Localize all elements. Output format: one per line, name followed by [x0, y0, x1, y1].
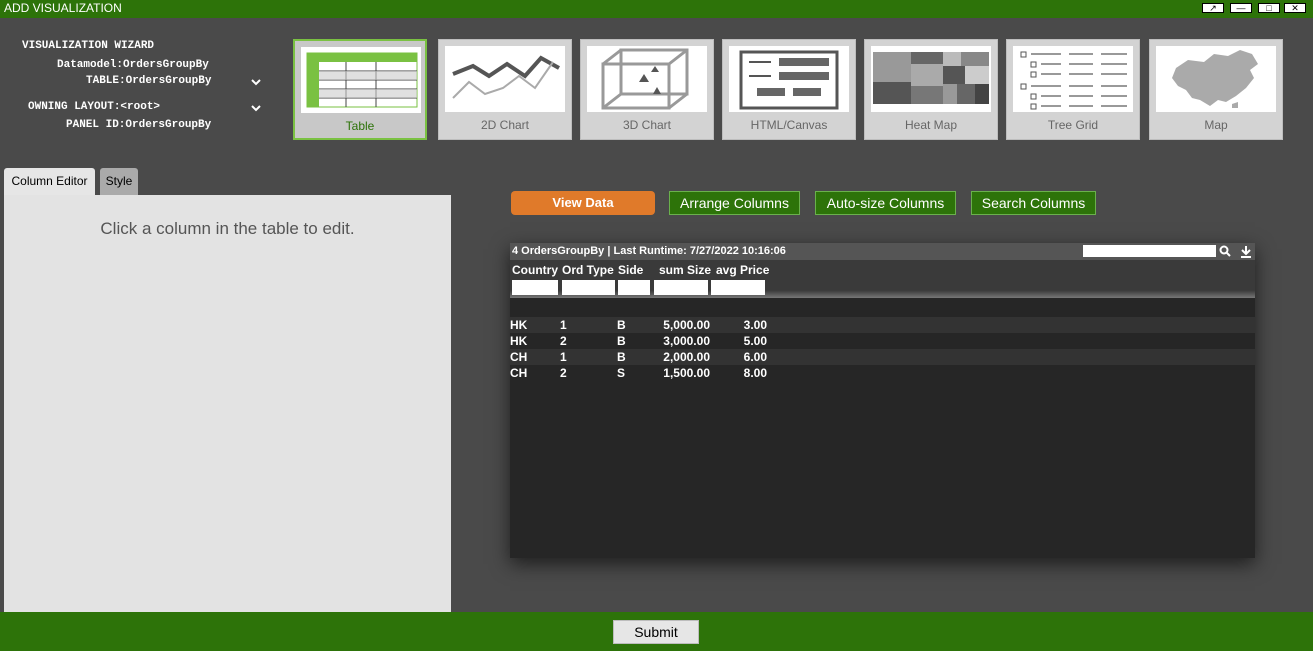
table-cell: CH [510, 366, 528, 380]
wizard-title: VISUALIZATION WIZARD [22, 40, 155, 52]
table-cell: 8.00 [743, 366, 767, 380]
submit-button[interactable]: Submit [613, 620, 699, 644]
arrange-columns-button[interactable]: Arrange Columns [669, 191, 800, 215]
panel-id-row: PANEL ID:OrdersGroupBy [66, 119, 211, 131]
tab-column-editor[interactable]: Column Editor [4, 168, 95, 195]
table-header-bar: 4 OrdersGroupBy | Last Runtime: 7/27/202… [510, 243, 1255, 260]
panel-id-label: PANEL ID: [66, 119, 126, 131]
column-editor-panel: Click a column in the table to edit. [4, 195, 451, 612]
viz-type-2d-chart[interactable]: 2D Chart [438, 39, 572, 140]
table-cell: HK [510, 334, 528, 348]
editor-message: Click a column in the table to edit. [100, 219, 355, 238]
column-filter-input[interactable] [711, 280, 765, 295]
column-header[interactable]: Ord Type [562, 263, 614, 277]
viz-type-heat-map[interactable]: Heat Map [864, 39, 998, 140]
table-cell: CH [510, 350, 528, 364]
datamodel-value: OrdersGroupBy [123, 59, 209, 71]
viz-type-tree-grid[interactable]: Tree Grid [1006, 39, 1140, 140]
table-label: TABLE: [86, 75, 126, 87]
line-chart-icon [445, 46, 565, 112]
column-filter-input[interactable] [618, 280, 650, 295]
table-value: OrdersGroupBy [125, 75, 212, 87]
table-select[interactable]: TABLE:OrdersGroupBy [86, 75, 211, 87]
view-data-button[interactable]: View Data [511, 191, 655, 215]
table-row[interactable]: HK 2 B 3,000.00 5.00 [510, 333, 1255, 349]
viz-type-label: HTML/Canvas [750, 118, 828, 132]
table-cell: 3.00 [743, 318, 767, 332]
table-column-headers: Country Ord Type Side sum Size avg Price [510, 260, 1255, 298]
column-filter-input[interactable] [654, 280, 708, 295]
tab-style[interactable]: Style [100, 168, 138, 195]
datamodel-row: Datamodel:OrdersGroupBy [57, 59, 209, 71]
owning-layout-value: <root> [120, 101, 161, 113]
table-cell: B [617, 334, 626, 348]
table-row[interactable]: CH 1 B 2,000.00 6.00 [510, 349, 1255, 365]
viz-type-label: Table [345, 119, 375, 133]
map-icon [1156, 46, 1276, 112]
column-header[interactable]: avg Price [716, 263, 769, 277]
column-filter-input[interactable] [562, 280, 615, 295]
datamodel-label: Datamodel: [57, 59, 124, 71]
search-columns-button[interactable]: Search Columns [971, 191, 1096, 215]
table-cell: 5,000.00 [663, 318, 710, 332]
table-cell: 6.00 [743, 350, 767, 364]
title-bar: ADD VISUALIZATION ↗ — □ ✕ [0, 0, 1313, 18]
popout-button[interactable]: ↗ [1202, 3, 1224, 13]
column-header[interactable]: Country [512, 263, 558, 277]
table-title: 4 OrdersGroupBy | Last Runtime: 7/27/202… [512, 245, 786, 257]
search-icon[interactable] [1219, 245, 1231, 257]
html-canvas-icon [729, 46, 849, 112]
column-header[interactable]: Side [618, 263, 643, 277]
table-cell: 3,000.00 [663, 334, 710, 348]
panel-id-value: OrdersGroupBy [125, 119, 212, 131]
table-cell: 1,500.00 [663, 366, 710, 380]
column-header[interactable]: sum Size [659, 263, 711, 277]
table-cell: S [617, 366, 626, 380]
table-cell: 5.00 [743, 334, 767, 348]
table-cell: 1 [560, 318, 567, 332]
owning-layout-label: OWNING LAYOUT: [28, 101, 121, 113]
viz-type-label: 3D Chart [622, 118, 672, 132]
viz-type-html-canvas[interactable]: HTML/Canvas [722, 39, 856, 140]
viz-type-table[interactable]: Table [293, 39, 427, 140]
viz-type-map[interactable]: Map [1149, 39, 1283, 140]
table-cell: 2,000.00 [663, 350, 710, 364]
viz-type-label: Heat Map [904, 118, 958, 132]
owning-layout-select[interactable]: OWNING LAYOUT:<root> [28, 101, 160, 113]
viz-type-3d-chart[interactable]: 3D Chart [580, 39, 714, 140]
chevron-down-icon[interactable] [250, 77, 262, 87]
close-button[interactable]: ✕ [1284, 3, 1306, 13]
table-cell: 1 [560, 350, 567, 364]
wizard-body: VISUALIZATION WIZARD Datamodel:OrdersGro… [0, 18, 1313, 612]
autosize-columns-button[interactable]: Auto-size Columns [815, 191, 956, 215]
minimize-button[interactable]: — [1230, 3, 1252, 13]
viz-type-label: 2D Chart [480, 118, 530, 132]
download-icon[interactable] [1240, 245, 1252, 258]
table-preview: 4 OrdersGroupBy | Last Runtime: 7/27/202… [510, 243, 1255, 558]
table-cell: 2 [560, 366, 567, 380]
maximize-button[interactable]: □ [1258, 3, 1280, 13]
cube-chart-icon [587, 46, 707, 112]
heat-map-icon [871, 46, 991, 112]
table-cell: HK [510, 318, 528, 332]
table-icon [301, 47, 421, 113]
table-cell: B [617, 318, 626, 332]
table-row[interactable]: HK 1 B 5,000.00 3.00 [510, 317, 1255, 333]
footer-bar: Submit [0, 612, 1313, 651]
table-row[interactable]: CH 2 S 1,500.00 8.00 [510, 365, 1255, 381]
table-cell: 2 [560, 334, 567, 348]
viz-type-label: Map [1204, 118, 1228, 132]
chevron-down-icon[interactable] [250, 103, 262, 113]
column-filter-input[interactable] [512, 280, 558, 295]
tree-grid-icon [1013, 46, 1133, 112]
window-title: ADD VISUALIZATION [4, 1, 122, 15]
table-search-input[interactable] [1083, 245, 1216, 257]
table-cell: B [617, 350, 626, 364]
viz-type-label: Tree Grid [1047, 118, 1099, 132]
